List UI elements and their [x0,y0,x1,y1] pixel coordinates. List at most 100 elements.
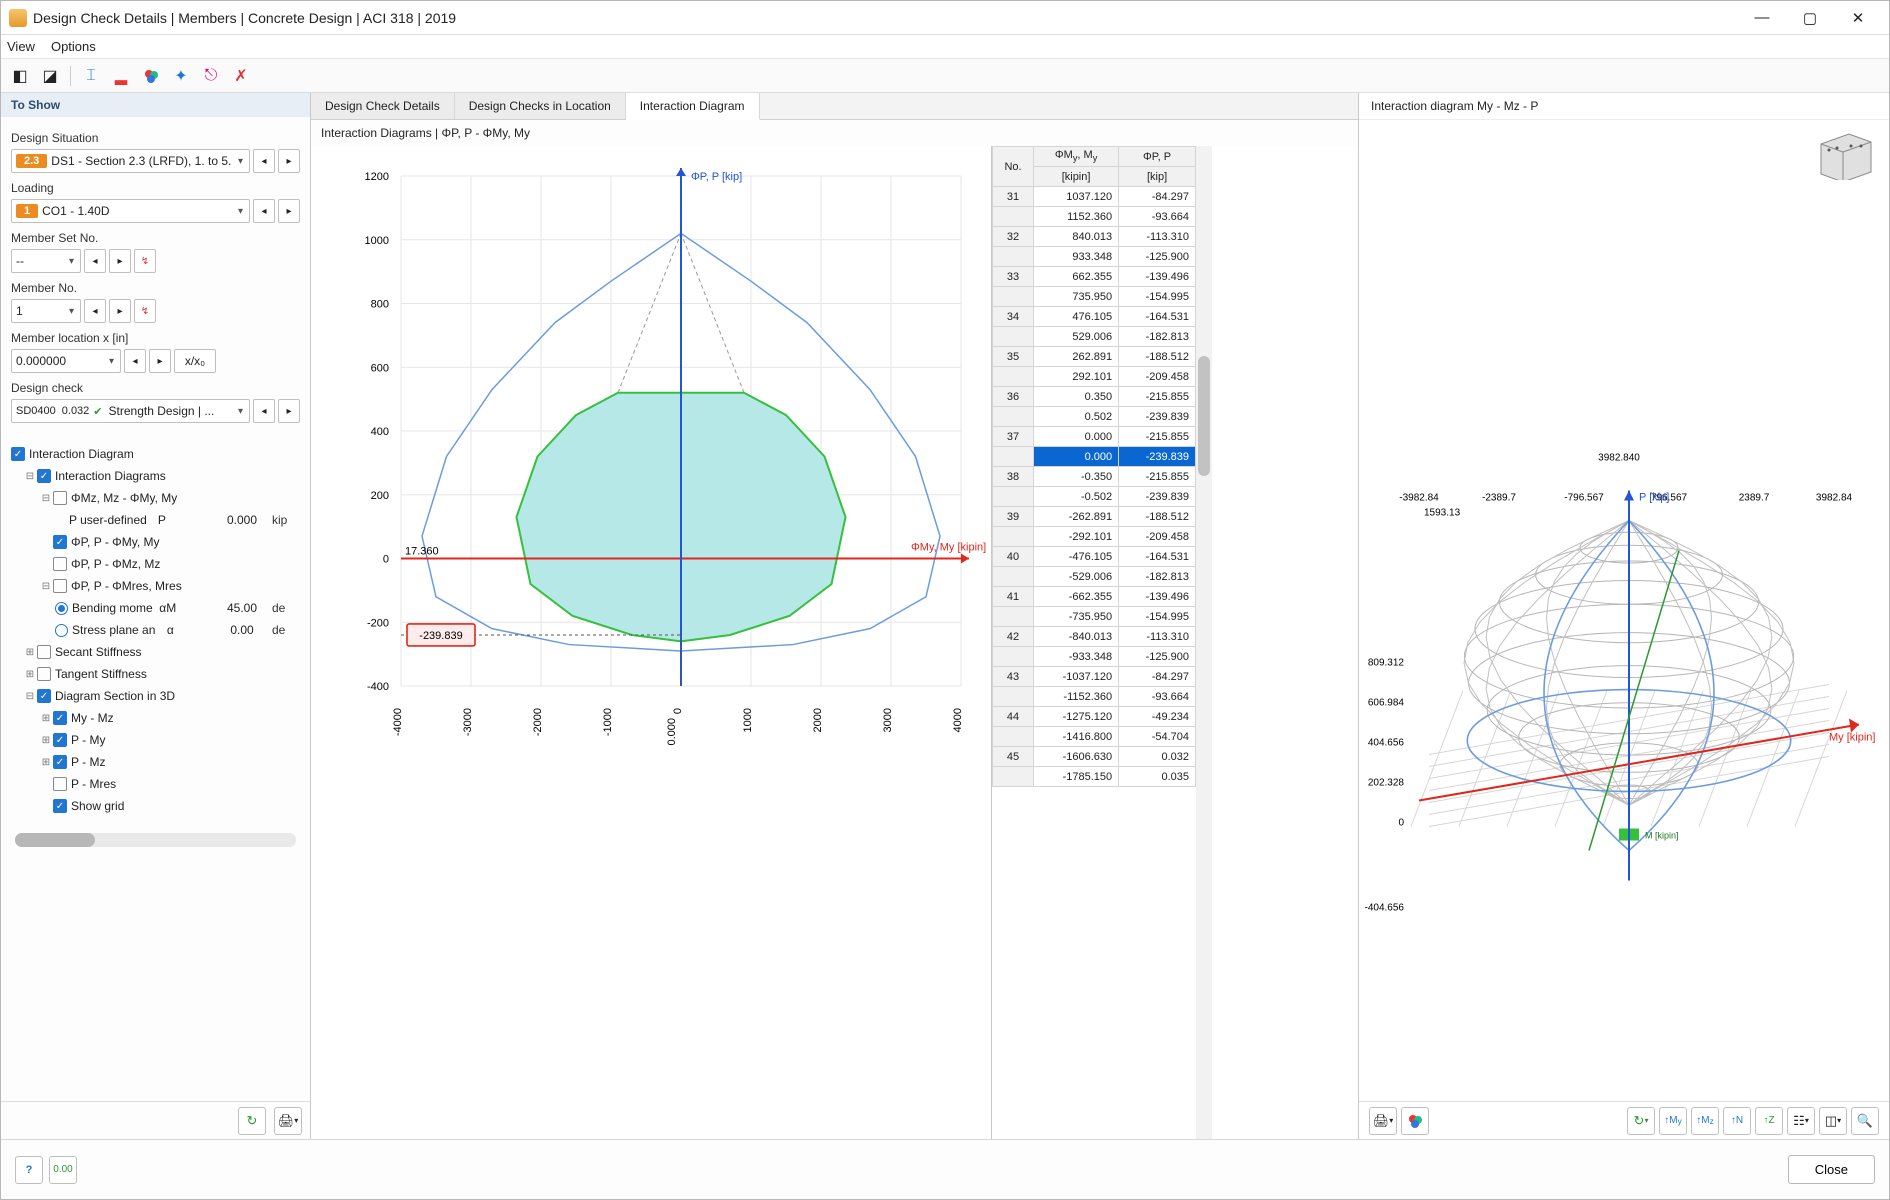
table-row[interactable]: 735.950-154.995 [993,287,1196,307]
design-check-combo[interactable]: SD0400 0.032 ✔ Strength Design | ... ▾ [11,399,250,423]
table-vscroll[interactable] [1196,146,1212,1139]
axes-icon[interactable]: ✦ [168,63,194,89]
perspective-icon[interactable]: ◫▾ [1819,1107,1847,1135]
table-row[interactable]: 44-1275.120-49.234 [993,707,1196,727]
collapse-icon[interactable]: ⊟ [23,471,37,482]
tab-interaction-diagram[interactable]: Interaction Diagram [626,93,760,120]
check-show-grid[interactable]: ✓ [53,799,67,813]
filter-icon[interactable]: ◧ [7,63,33,89]
loading-next[interactable]: ▸ [278,199,300,223]
axis-my-icon[interactable]: ↑My [1659,1107,1687,1135]
table-row[interactable]: 34476.105-164.531 [993,307,1196,327]
sort-icon[interactable]: ◪ [37,63,63,89]
collapse-icon[interactable]: ⊟ [39,581,53,592]
expand-icon[interactable]: ⊞ [39,713,53,724]
colors-icon[interactable] [1401,1107,1429,1135]
check-pp-mz[interactable] [53,557,67,571]
table-row[interactable]: -1152.360-93.664 [993,687,1196,707]
member-no-prev[interactable]: ◂ [84,299,106,323]
loading-combo[interactable]: 1 CO1 - 1.40D ▾ [11,199,250,223]
table-row[interactable]: -735.950-154.995 [993,607,1196,627]
check-secant[interactable] [37,645,51,659]
table-row[interactable]: 39-262.891-188.512 [993,507,1196,527]
table-row[interactable]: -933.348-125.900 [993,647,1196,667]
radio-bending-moment[interactable] [55,602,68,615]
check-interaction-diagrams[interactable]: ✓ [37,469,51,483]
member-loc-next[interactable]: ▸ [149,349,171,373]
table-row[interactable]: 0.000-239.839 [993,447,1196,467]
table-row[interactable]: 42-840.013-113.310 [993,627,1196,647]
check-tangent[interactable] [37,667,51,681]
member-set-select-icon[interactable]: ↯ [134,249,156,273]
refresh-icon[interactable]: ↻ [238,1107,266,1135]
expand-icon[interactable]: ⊞ [39,735,53,746]
table-row[interactable]: 32840.013-113.310 [993,227,1196,247]
check-mz-my[interactable] [53,491,67,505]
table-row[interactable]: 45-1606.6300.032 [993,747,1196,767]
col-p-header[interactable]: ΦP, P [1119,147,1196,167]
sidebar-hscroll[interactable] [15,833,296,847]
collapse-icon[interactable]: ⊟ [23,691,37,702]
design-check-next[interactable]: ▸ [278,399,300,423]
table-row[interactable]: -1416.800-54.704 [993,727,1196,747]
member-no-next[interactable]: ▸ [109,299,131,323]
table-row[interactable]: 33662.355-139.496 [993,267,1196,287]
axis-z-icon[interactable]: ↑Z [1755,1107,1783,1135]
units-icon[interactable]: 0.00 [49,1156,77,1184]
member-set-prev[interactable]: ◂ [84,249,106,273]
minimize-button[interactable]: — [1739,3,1785,33]
member-loc-prev[interactable]: ◂ [124,349,146,373]
check-p-mres[interactable] [53,777,67,791]
member-set-combo[interactable]: -- ▾ [11,249,81,273]
check-section-3d[interactable]: ✓ [37,689,51,703]
table-row[interactable]: -1785.1500.035 [993,767,1196,787]
table-row[interactable]: -529.006-182.813 [993,567,1196,587]
col-no[interactable]: No. [993,147,1034,187]
table-row[interactable]: 933.348-125.900 [993,247,1196,267]
check-pp-my[interactable]: ✓ [53,535,67,549]
axis-n-icon[interactable]: ↑N [1723,1107,1751,1135]
delete-icon[interactable]: ✗ [228,63,254,89]
section-icon[interactable]: ▂ [108,63,134,89]
tab-design-checks-in-location[interactable]: Design Checks in Location [455,93,626,119]
member-set-next[interactable]: ▸ [109,249,131,273]
menu-view[interactable]: View [7,39,35,54]
expand-icon[interactable]: ⊞ [23,669,37,680]
expand-icon[interactable]: ⊞ [39,757,53,768]
axis-mz-icon[interactable]: ↑Mz [1691,1107,1719,1135]
table-row[interactable]: 38-0.350-215.855 [993,467,1196,487]
table-row[interactable]: 0.502-239.839 [993,407,1196,427]
check-interaction-diagram[interactable]: ✓ [11,447,25,461]
colors-icon[interactable] [138,63,164,89]
col-my-header[interactable]: ΦMy, My [1034,147,1119,167]
print-icon[interactable]: 🖨▾ [1369,1107,1397,1135]
table-row[interactable]: 360.350-215.855 [993,387,1196,407]
table-row[interactable]: -292.101-209.458 [993,527,1196,547]
help-icon[interactable]: ? [15,1156,43,1184]
design-check-prev[interactable]: ◂ [253,399,275,423]
close-button[interactable]: Close [1788,1155,1875,1184]
design-situation-next[interactable]: ▸ [278,149,300,173]
view-settings-icon[interactable]: ☷▾ [1787,1107,1815,1135]
expand-icon[interactable]: ⊞ [23,647,37,658]
table-row[interactable]: -0.502-239.839 [993,487,1196,507]
radio-stress-plane[interactable] [55,624,68,637]
table-row[interactable]: 1152.360-93.664 [993,207,1196,227]
collapse-icon[interactable]: ⊟ [39,493,53,504]
check-pp-mres[interactable] [53,579,67,593]
view-reset-icon[interactable]: ↻▾ [1627,1107,1655,1135]
table-row[interactable]: 40-476.105-164.531 [993,547,1196,567]
member-no-select-icon[interactable]: ↯ [134,299,156,323]
print-icon[interactable]: 🖨▾ [274,1107,302,1135]
table-row[interactable]: 41-662.355-139.496 [993,587,1196,607]
loading-prev[interactable]: ◂ [253,199,275,223]
data-table[interactable]: No. ΦMy, My ΦP, P [kipin] [kip] 311037.1… [991,146,1196,1139]
table-row[interactable]: 311037.120-84.297 [993,187,1196,207]
search-icon[interactable]: 🔍 [1851,1107,1879,1135]
table-row[interactable]: 370.000-215.855 [993,427,1196,447]
profile-icon[interactable]: ⌶ [78,63,104,89]
tab-design-check-details[interactable]: Design Check Details [311,93,455,119]
maximize-button[interactable]: ▢ [1787,3,1833,33]
menu-options[interactable]: Options [51,39,96,54]
check-my-mz[interactable]: ✓ [53,711,67,725]
